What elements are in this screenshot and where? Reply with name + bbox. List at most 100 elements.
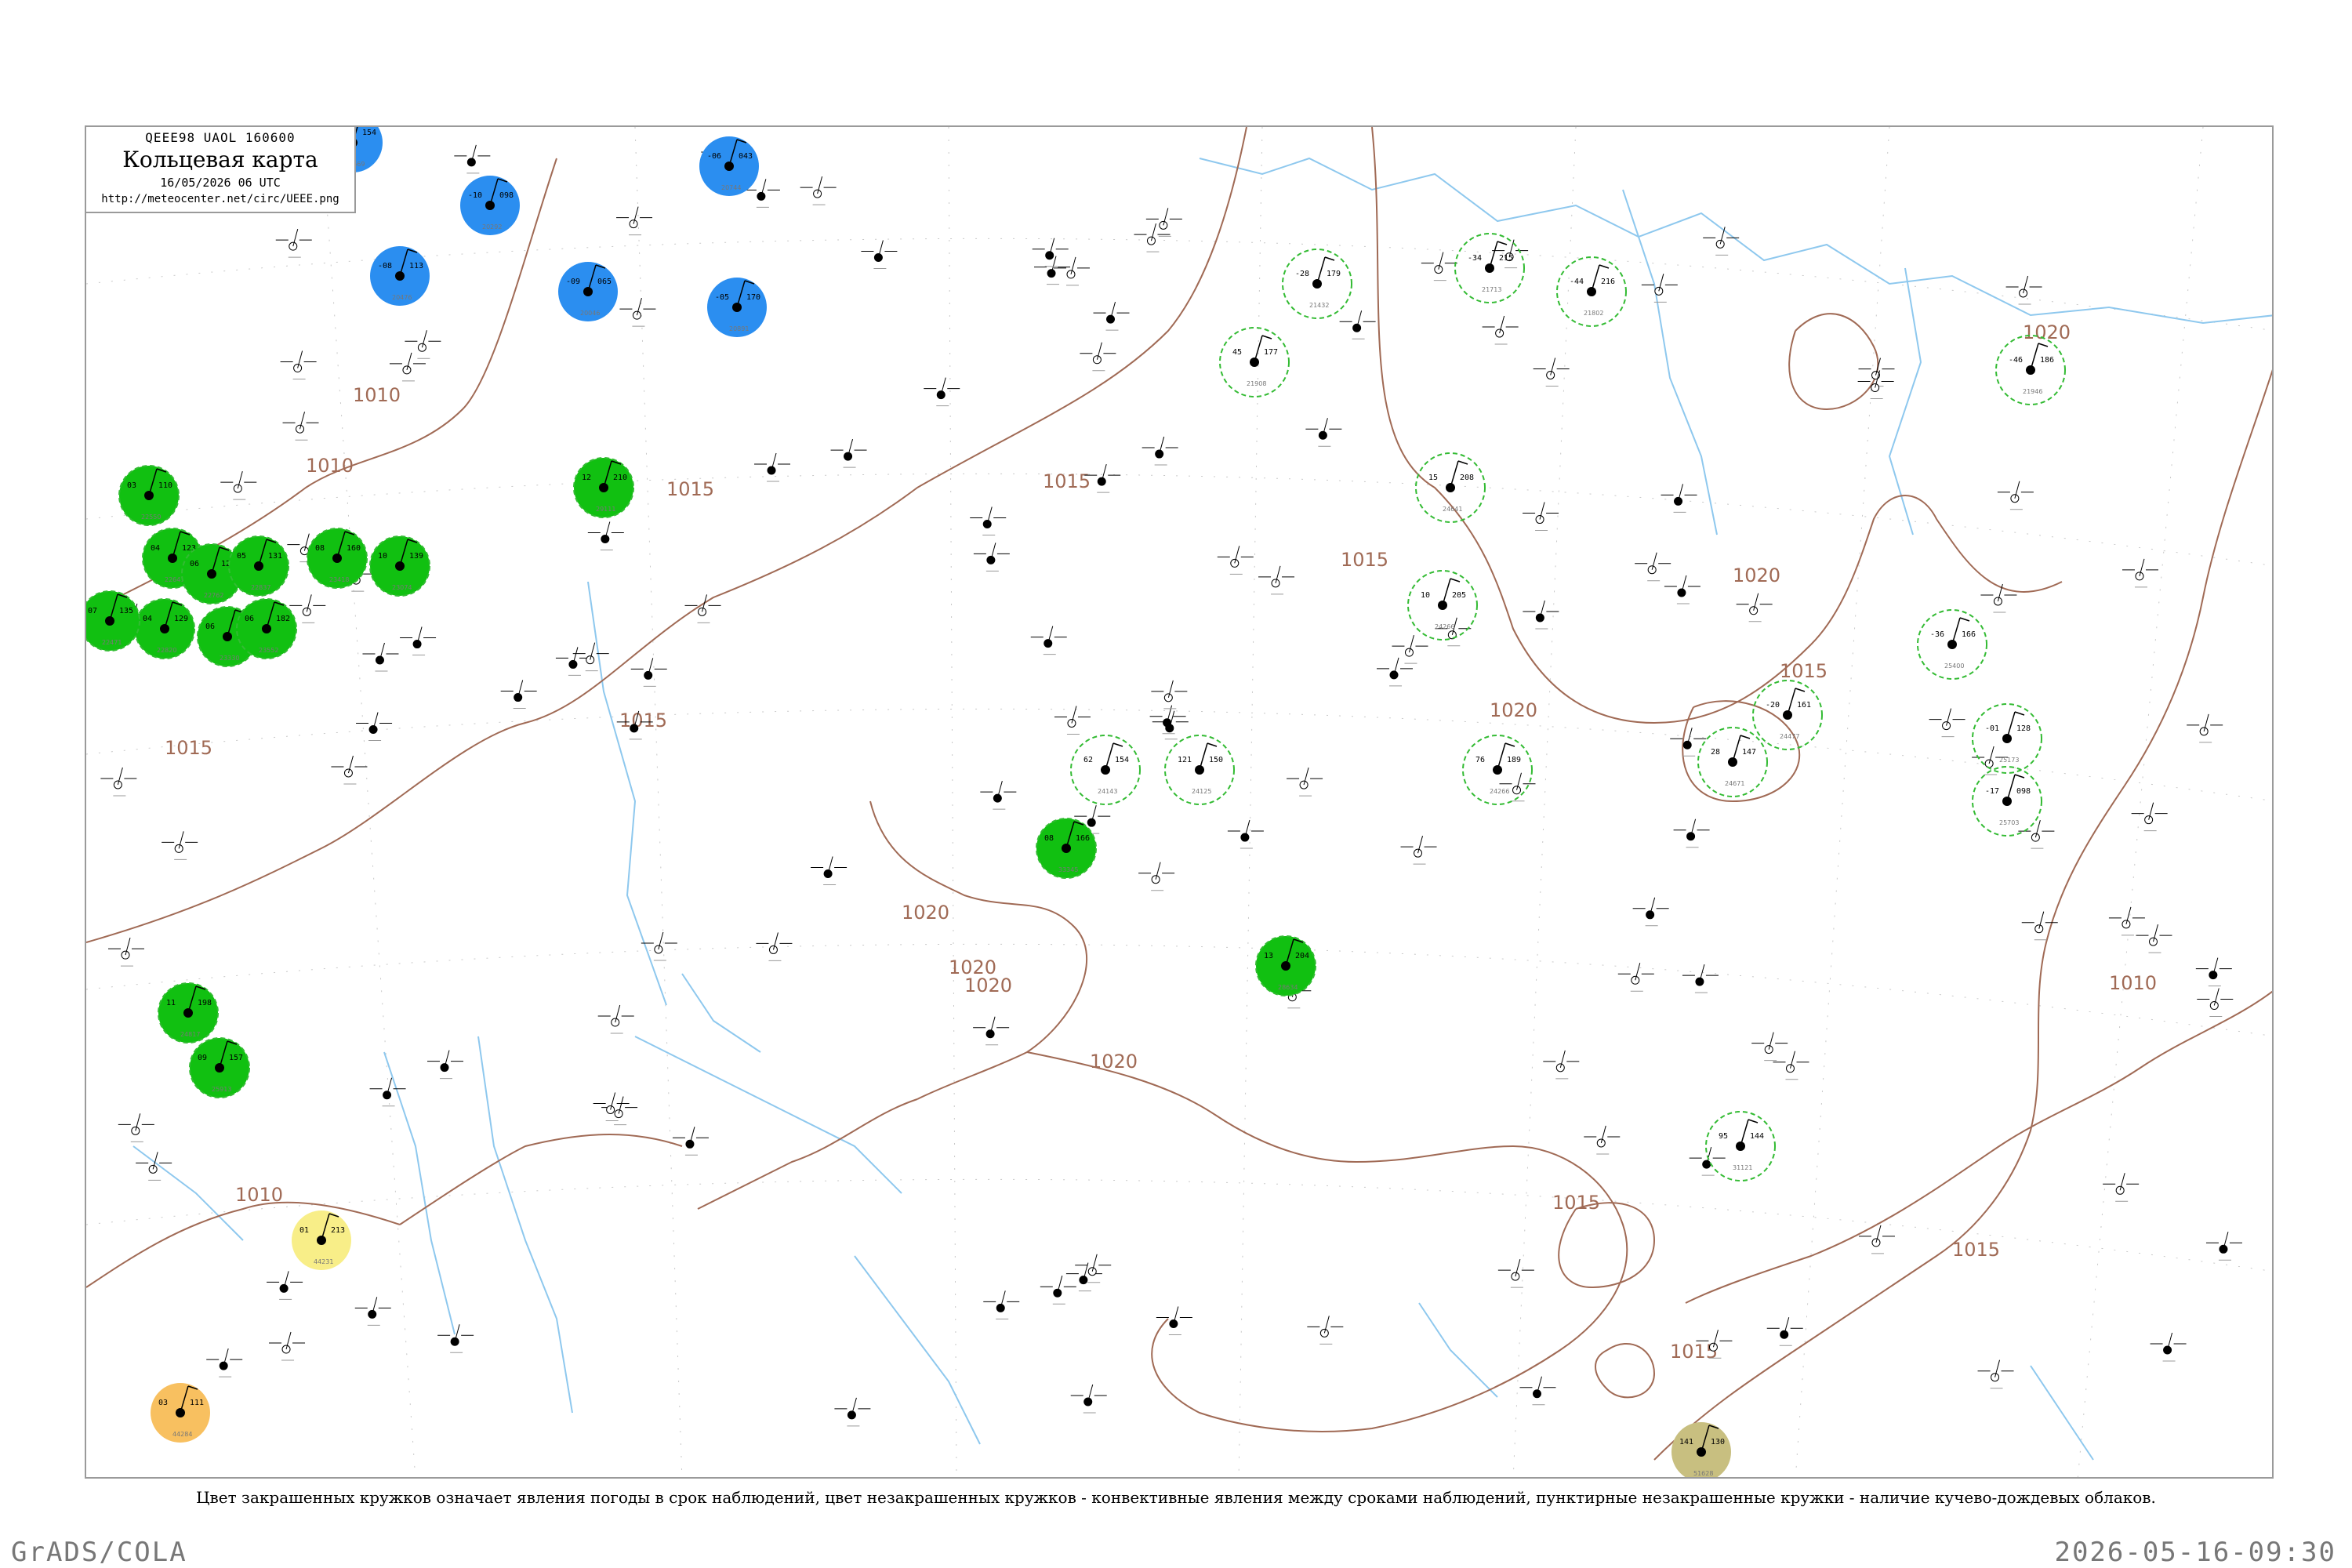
station-mark — [427, 1050, 464, 1080]
station-temperature: 07 — [88, 607, 97, 615]
station-pressure: 160 — [347, 544, 361, 553]
station-mark — [400, 626, 437, 656]
station-mark — [1151, 680, 1188, 710]
station-pressure: 216 — [1601, 278, 1615, 286]
station-temperature: 03 — [127, 481, 136, 490]
station-plot: 08 166 33345 — [1036, 818, 1097, 879]
station-mark — [1142, 436, 1178, 466]
station-mark — [1307, 1316, 1344, 1345]
station-pressure: 150 — [1209, 756, 1223, 764]
station-mark — [593, 1092, 630, 1121]
cloud-cover-icon — [174, 844, 183, 853]
station-pressure: 157 — [229, 1054, 243, 1062]
wind-barb-icon — [1497, 742, 1506, 771]
station-pressure: 131 — [268, 552, 282, 561]
station-mark — [206, 1348, 243, 1377]
station-plot: 45 177 21908 — [1219, 327, 1290, 397]
isobar-label: 1010 — [2109, 972, 2157, 994]
legend-caption: Цвет закрашенных кружков означает явлени… — [196, 1488, 2156, 1507]
station-mark — [282, 412, 319, 441]
station-temperature: 13 — [1264, 952, 1273, 960]
station-temperature: -17 — [1985, 787, 1999, 796]
footer-credit: GrADS/COLA — [11, 1537, 187, 1568]
station-mark — [2150, 1332, 2187, 1362]
station-index: 44231 — [314, 1258, 333, 1265]
wind-barb-icon — [2014, 711, 2025, 716]
station-mark — [2122, 558, 2158, 588]
station-mark — [1070, 1384, 1107, 1414]
station-plot: -17 098 25703 — [1972, 766, 2042, 837]
station-mark — [1773, 1051, 1809, 1080]
station-mark — [2187, 713, 2223, 743]
station-mark — [616, 206, 653, 236]
station-mark — [1305, 418, 1342, 447]
station-temperature: 01 — [299, 1226, 309, 1235]
station-mark — [2103, 1173, 2140, 1202]
station-index: 25173 — [1999, 757, 2019, 764]
station-temperature: 11 — [166, 999, 176, 1007]
station-mark — [1858, 1225, 1895, 1254]
station-mark — [2195, 957, 2232, 987]
wind-barb-icon — [1787, 688, 1796, 716]
station-temperature: 45 — [1232, 348, 1242, 357]
station-mark — [1661, 484, 1697, 513]
station-pressure: 144 — [1750, 1132, 1764, 1141]
station-temperature: 10 — [378, 552, 387, 561]
station-mark — [830, 438, 867, 468]
rivers — [132, 157, 2272, 1461]
station-index: 24671 — [1725, 780, 1744, 787]
station-mark — [924, 377, 960, 407]
wind-barb-icon — [1261, 335, 1272, 339]
station-temperature: 10 — [1421, 591, 1430, 600]
station-index: 24143 — [1098, 788, 1117, 795]
station-temperature: -20 — [1766, 701, 1780, 710]
station-mark — [118, 1113, 154, 1142]
map-title: Кольцевая карта — [122, 147, 318, 172]
station-plot: -28 179 21432 — [1282, 249, 1352, 319]
station-mark — [2131, 802, 2168, 832]
station-mark — [1664, 575, 1700, 604]
station-plot: -01 128 25173 — [1972, 703, 2042, 774]
station-mark — [2005, 275, 2042, 305]
station-index: 51628 — [1693, 1470, 1713, 1477]
station-mark — [1093, 302, 1130, 331]
isobar-label: 1020 — [902, 902, 949, 924]
wind-barb-icon — [1324, 256, 1335, 261]
station-plot: -20 161 24477 — [1752, 680, 1823, 750]
wind-barb-icon — [1497, 241, 1508, 245]
station-mark — [1703, 227, 1740, 256]
wind-barb-icon — [1951, 617, 1961, 645]
station-index: 20744 — [721, 184, 741, 191]
station-pressure: 205 — [1452, 591, 1466, 600]
station-temperature: -36 — [1930, 630, 1944, 639]
station-plot: 09 157 25913 — [189, 1037, 250, 1098]
station-mark — [1152, 710, 1189, 740]
isobar-label: 1020 — [2023, 321, 2071, 343]
station-index: 33345 — [1058, 866, 1078, 873]
station-pressure: 166 — [1076, 834, 1090, 843]
station-pressure: 111 — [190, 1399, 204, 1407]
bulletin-code: QEEE98 UAOL 160600 — [145, 130, 296, 145]
station-pressure: 182 — [276, 615, 290, 623]
station-temperature: 15 — [1428, 474, 1438, 482]
map-url[interactable]: http://meteocenter.net/circ/UEEE.png — [86, 193, 354, 205]
station-plot: 141 130 51628 — [1671, 1422, 1731, 1477]
station-mark — [2136, 924, 2172, 953]
station-mark — [641, 931, 677, 961]
station-index: 25703 — [1999, 819, 2019, 826]
station-plot: 121 150 24125 — [1164, 735, 1235, 805]
station-index: 20292 — [482, 223, 502, 230]
station-mark — [1766, 1317, 1803, 1346]
station-pressure: 189 — [1507, 756, 1521, 764]
wind-barb-icon — [1450, 578, 1461, 583]
station-temperature: 76 — [1475, 756, 1485, 764]
station-pressure: 128 — [2016, 724, 2031, 733]
isobar-label: 1010 — [353, 384, 401, 406]
station-index: 23418 — [329, 576, 349, 583]
station-index: 23330 — [220, 655, 239, 662]
station-index: 21432 — [1309, 302, 1329, 309]
wind-barb-icon — [2038, 343, 2049, 347]
station-temperature: 28 — [1711, 748, 1720, 757]
station-temperature: 12 — [582, 474, 591, 482]
station-pressure: 213 — [331, 1226, 345, 1235]
